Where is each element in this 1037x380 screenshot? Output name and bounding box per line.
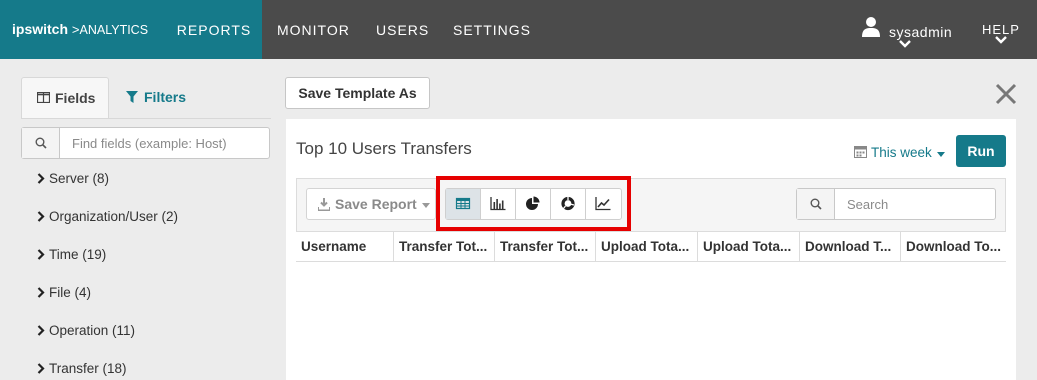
field-search [21, 127, 270, 159]
table-search [796, 188, 996, 220]
column-header-username[interactable]: Username [296, 232, 394, 262]
nav-help[interactable]: HELP [982, 22, 1020, 37]
chevron-down-icon[interactable] [995, 36, 1007, 44]
search-icon [35, 137, 47, 149]
brand-text: ipswitch >ANALYTICS [12, 21, 149, 37]
filter-icon [126, 91, 138, 103]
chevron-right-icon [37, 173, 45, 184]
tab-fields[interactable]: Fields [21, 77, 109, 119]
table-search-input[interactable] [835, 189, 995, 219]
column-header[interactable]: Upload Tota... [596, 232, 698, 262]
nav-users[interactable]: USERS [376, 0, 429, 59]
tab-filters[interactable]: Filters [124, 77, 204, 117]
chevron-right-icon [37, 287, 45, 298]
calendar-icon [854, 146, 867, 158]
column-header[interactable]: Transfer Tot... [394, 232, 495, 262]
caret-down-icon [422, 203, 430, 208]
caret-down-icon [937, 152, 945, 157]
column-header[interactable]: Download T... [800, 232, 901, 262]
chevron-down-icon [899, 40, 911, 48]
run-button[interactable]: Run [956, 135, 1006, 167]
column-header[interactable]: Download To... [901, 232, 1006, 262]
table-header: Username Transfer Tot... Transfer Tot...… [296, 231, 1006, 262]
chevron-right-icon [37, 363, 45, 374]
view-mode-highlight [436, 176, 631, 231]
nav-reports[interactable]: REPORTS [166, 0, 262, 59]
search-icon [810, 198, 822, 210]
user-name: sysadmin [889, 24, 953, 40]
user-icon [862, 17, 880, 37]
nav-settings[interactable]: SETTINGS [453, 0, 531, 59]
columns-icon [37, 92, 50, 103]
brand-logo[interactable]: ipswitch >ANALYTICS [0, 0, 166, 59]
column-header[interactable]: Transfer Tot... [495, 232, 596, 262]
download-icon [318, 198, 330, 211]
chevron-right-icon [37, 249, 45, 260]
chevron-right-icon [37, 325, 45, 336]
chevron-right-icon [37, 211, 45, 222]
close-icon[interactable] [994, 82, 1018, 106]
nav-monitor[interactable]: MONITOR [277, 0, 350, 59]
top-navbar: ipswitch >ANALYTICS REPORTS MONITOR USER… [0, 0, 1037, 59]
field-search-input[interactable] [60, 128, 269, 158]
report-title: Top 10 Users Transfers [296, 139, 472, 158]
column-header[interactable]: Upload Tota... [698, 232, 800, 262]
search-addon [22, 128, 60, 158]
search-addon [797, 189, 835, 219]
save-template-button[interactable]: Save Template As [285, 77, 430, 109]
tabs-divider [21, 118, 271, 119]
user-menu[interactable]: sysadmin [862, 14, 962, 54]
save-report-button[interactable]: Save Report [306, 188, 436, 220]
